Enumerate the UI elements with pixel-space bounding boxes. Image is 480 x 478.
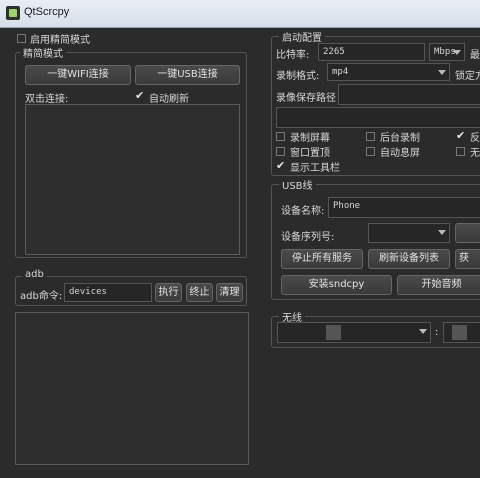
usb-connect-button[interactable]: 一键USB连接 xyxy=(135,65,240,85)
background-record-checkbox[interactable] xyxy=(366,132,375,141)
record-path-label: 录像保存路径 xyxy=(276,93,336,104)
record-format-value: mp4 xyxy=(332,67,349,77)
record-screen-checkbox[interactable] xyxy=(276,132,285,141)
wifi-connect-button[interactable]: 一键WIFI连接 xyxy=(25,65,131,85)
record-path-input[interactable] xyxy=(338,84,480,105)
device-serial-dropdown[interactable] xyxy=(368,223,450,243)
adb-execute-button[interactable]: 执行 xyxy=(155,283,182,302)
bitrate-label: 比特率: xyxy=(276,50,310,61)
start-config-title: 启动配置 xyxy=(279,29,325,44)
record-path-select[interactable] xyxy=(276,107,480,128)
title-bar: QtScrcpy xyxy=(0,0,480,28)
lock-orientation-label: 锁定方 xyxy=(455,71,480,82)
bitrate-unit-dropdown[interactable]: Mbps xyxy=(429,43,465,61)
always-on-top-checkbox[interactable] xyxy=(276,147,285,156)
device-name-label: 设备名称: xyxy=(281,206,325,217)
chevron-down-icon xyxy=(419,329,427,334)
app-icon xyxy=(6,6,20,20)
auto-screen-off-label: 自动息屏 xyxy=(380,148,420,159)
bitrate-input[interactable]: 2265 xyxy=(318,43,425,61)
double-click-connect-label: 双击连接: xyxy=(25,94,69,105)
get-ip-button[interactable]: 获 xyxy=(455,249,480,269)
wireless-ip-dropdown[interactable] xyxy=(277,322,431,343)
auto-screen-off-checkbox[interactable] xyxy=(366,147,375,156)
background-record-label: 后台录制 xyxy=(380,133,420,144)
start-service-button[interactable] xyxy=(455,223,480,243)
window-title: QtScrcpy xyxy=(24,6,70,18)
adb-stop-button[interactable]: 终止 xyxy=(186,283,213,302)
usb-group-title: USB线 xyxy=(279,177,316,192)
device-name-input[interactable]: Phone xyxy=(328,197,480,218)
adb-group-title: adb xyxy=(22,269,47,280)
adb-command-label: adb命令: xyxy=(20,291,63,302)
max-size-label: 最 xyxy=(470,50,480,61)
borderless-checkbox[interactable] xyxy=(456,147,465,156)
wireless-port-input[interactable] xyxy=(443,322,480,343)
chevron-down-icon xyxy=(453,50,461,55)
ip-field-segment xyxy=(326,325,341,340)
reverse-label: 反 xyxy=(470,133,480,144)
chevron-down-icon xyxy=(438,70,446,75)
port-field-segment xyxy=(452,325,467,340)
device-serial-label: 设备序列号: xyxy=(281,232,335,243)
simple-mode-checkbox[interactable] xyxy=(17,34,26,43)
borderless-label: 无 xyxy=(470,148,480,159)
show-toolbar-label: 显示工具栏 xyxy=(290,163,340,174)
simple-mode-group-title: 精简模式 xyxy=(20,45,66,60)
auto-refresh-check-icon[interactable]: ✔ xyxy=(135,90,144,101)
adb-command-input[interactable]: devices xyxy=(64,283,152,302)
stop-all-services-button[interactable]: 停止所有服务 xyxy=(281,249,363,269)
adb-clear-button[interactable]: 清理 xyxy=(216,283,243,302)
record-format-dropdown[interactable]: mp4 xyxy=(327,63,450,81)
chevron-down-icon xyxy=(438,230,446,235)
reverse-check-icon[interactable]: ✔ xyxy=(456,130,465,141)
show-toolbar-check-icon[interactable]: ✔ xyxy=(276,160,285,171)
always-on-top-label: 窗口置顶 xyxy=(290,148,330,159)
install-sndcpy-button[interactable]: 安装sndcpy xyxy=(281,275,392,295)
ip-port-separator: : xyxy=(435,327,439,338)
auto-refresh-label: 自动刷新 xyxy=(149,94,189,105)
output-log[interactable] xyxy=(15,312,249,465)
device-list[interactable] xyxy=(25,104,240,255)
record-format-label: 录制格式: xyxy=(276,71,320,82)
refresh-devices-button[interactable]: 刷新设备列表 xyxy=(368,249,450,269)
record-screen-label: 录制屏幕 xyxy=(290,133,330,144)
start-audio-button[interactable]: 开始音频 xyxy=(397,275,480,295)
simple-mode-label: 启用精简模式 xyxy=(30,35,90,46)
